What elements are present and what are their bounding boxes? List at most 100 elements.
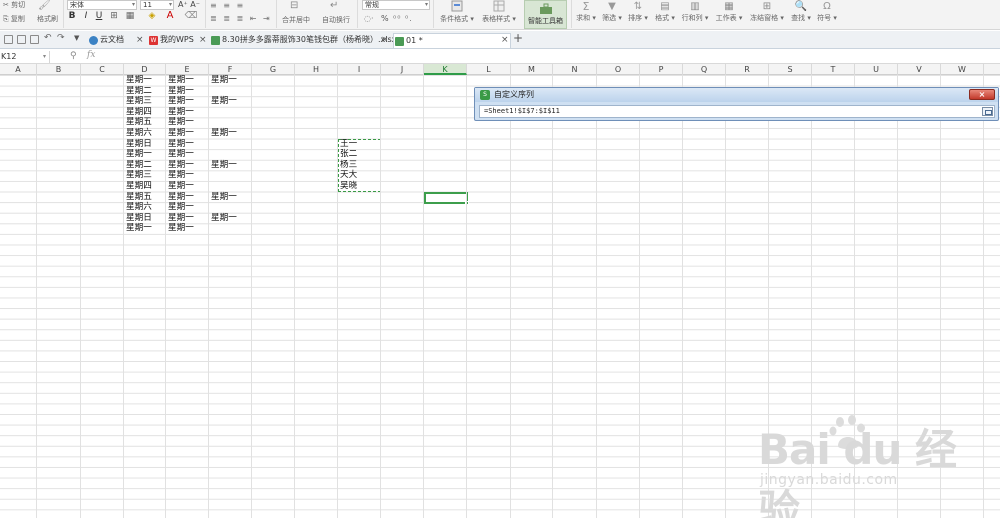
smart-toolbox-button[interactable]: 智能工具箱: [524, 0, 567, 29]
cell[interactable]: 星期四: [124, 107, 166, 117]
spreadsheet-grid[interactable]: 星期一 星期二 星期三 星期四 星期五 星期六 星期日 星期一 星期二 星期三 星期四 星期五 星期六星…: [0, 75, 1000, 518]
search-icon[interactable]: ⚲: [70, 51, 77, 61]
cell[interactable]: 星期一: [209, 75, 252, 85]
filter-button[interactable]: ▼ 筛选 ▾: [601, 0, 623, 23]
symbol-button[interactable]: Ω 符号 ▾: [816, 0, 838, 23]
column-header-l[interactable]: L: [467, 64, 511, 75]
merge-center-button[interactable]: 合并居中: [282, 15, 310, 25]
new-doc-icon[interactable]: [4, 35, 13, 44]
close-icon[interactable]: ×: [136, 33, 144, 47]
column-header-e[interactable]: E: [166, 64, 209, 75]
column-header-v[interactable]: V: [898, 64, 941, 75]
dialog-titlebar[interactable]: S 自定义序列 ×: [475, 88, 998, 102]
range-reference-input[interactable]: =Sheet1!$I$7:$I$11: [479, 105, 995, 118]
column-header-g[interactable]: G: [252, 64, 295, 75]
cell[interactable]: 星期一: [166, 223, 209, 233]
table-style-button[interactable]: 表格样式 ▾: [480, 0, 518, 24]
column-header-o[interactable]: O: [597, 64, 640, 75]
align-top-icons[interactable]: ≡ ≡ ≡: [210, 1, 245, 10]
active-cell-k12[interactable]: [424, 192, 469, 205]
cell[interactable]: [209, 86, 252, 96]
cut-button[interactable]: ✂ 剪切: [3, 0, 25, 10]
copy-button[interactable]: ⎘ 复制: [3, 14, 25, 24]
cell[interactable]: 王一: [338, 139, 381, 149]
cell[interactable]: 星期一: [166, 202, 209, 212]
column-header-t[interactable]: T: [812, 64, 855, 75]
cell[interactable]: 星期一: [166, 181, 209, 191]
column-header-s[interactable]: S: [769, 64, 812, 75]
column-header-m[interactable]: M: [511, 64, 553, 75]
cell[interactable]: 星期五: [124, 117, 166, 127]
bold-button[interactable]: B: [68, 9, 76, 23]
fx-icon[interactable]: fx: [87, 50, 95, 60]
cell[interactable]: 星期一: [166, 117, 209, 127]
cell[interactable]: 星期三: [124, 170, 166, 180]
name-box[interactable]: K12 ▾: [0, 51, 50, 63]
cell[interactable]: 星期三: [124, 96, 166, 106]
sum-button[interactable]: Σ 求和 ▾: [575, 0, 597, 23]
cell[interactable]: [209, 139, 252, 149]
cell[interactable]: [209, 181, 252, 191]
find-button[interactable]: 🔍 查找 ▾: [790, 0, 812, 23]
cell[interactable]: 星期四: [124, 181, 166, 191]
new-tab-button[interactable]: +: [513, 31, 523, 45]
column-header-f[interactable]: F: [209, 64, 252, 75]
cell[interactable]: 星期一: [166, 139, 209, 149]
cell[interactable]: 星期一: [209, 192, 252, 202]
cell[interactable]: 星期一: [166, 192, 209, 202]
column-header-a[interactable]: A: [0, 64, 37, 75]
border-icon[interactable]: ⊞: [108, 9, 120, 23]
cell[interactable]: 星期一: [209, 160, 252, 170]
close-icon[interactable]: ×: [199, 33, 207, 47]
number-format-select[interactable]: 常规 ▾: [362, 0, 430, 10]
column-header-r[interactable]: R: [726, 64, 769, 75]
clear-format-icon[interactable]: ⌫: [184, 9, 198, 23]
cell[interactable]: 星期一: [124, 223, 166, 233]
cell[interactable]: 星期一: [209, 96, 252, 106]
cell[interactable]: 吴晓: [338, 181, 381, 191]
cell[interactable]: 星期一: [166, 128, 209, 138]
worksheet-button[interactable]: ▦ 工作表 ▾: [714, 0, 744, 23]
sort-button[interactable]: ⇅ 排序 ▾: [627, 0, 649, 23]
cell[interactable]: 星期二: [124, 86, 166, 96]
percent-button[interactable]: %: [381, 14, 389, 23]
column-header-h[interactable]: H: [295, 64, 338, 75]
cell[interactable]: 星期二: [124, 160, 166, 170]
cell[interactable]: [209, 202, 252, 212]
cell[interactable]: [209, 107, 252, 117]
font-color-icon[interactable]: A: [164, 9, 176, 23]
column-header-d[interactable]: D: [124, 64, 166, 75]
cell[interactable]: 星期一: [209, 213, 252, 223]
close-button[interactable]: ×: [969, 89, 995, 100]
column-header-q[interactable]: Q: [683, 64, 726, 75]
format-painter-button[interactable]: 格式刷: [37, 14, 58, 24]
underline-button[interactable]: U: [95, 9, 103, 23]
cell[interactable]: 星期一: [166, 213, 209, 223]
cell[interactable]: [209, 170, 252, 180]
tab-document-2-active[interactable]: 01 *: [393, 33, 511, 48]
tab-my-wps[interactable]: W 我的WPS: [148, 33, 194, 48]
open-icon[interactable]: [17, 35, 26, 44]
cell[interactable]: [209, 223, 252, 233]
column-header-b[interactable]: B: [37, 64, 81, 75]
fill-color-icon[interactable]: ◈: [146, 9, 158, 23]
cell[interactable]: [209, 149, 252, 159]
cell[interactable]: [209, 117, 252, 127]
column-header-k[interactable]: K: [424, 64, 467, 75]
cell[interactable]: 星期一: [166, 107, 209, 117]
cell[interactable]: 星期日: [124, 213, 166, 223]
cell[interactable]: 星期一: [209, 128, 252, 138]
cell[interactable]: 天大: [338, 170, 381, 180]
column-header-p[interactable]: P: [640, 64, 683, 75]
currency-icon[interactable]: ◌·: [364, 14, 374, 23]
auto-wrap-button[interactable]: 自动换行: [322, 15, 350, 25]
row-col-button[interactable]: ▥ 行和列 ▾: [680, 0, 710, 23]
cell[interactable]: 星期一: [166, 149, 209, 159]
cell[interactable]: 星期一: [124, 75, 166, 85]
decimal-icons[interactable]: ⁰⁰ ⁰.: [393, 14, 413, 23]
cell[interactable]: 杨三: [338, 160, 381, 170]
cell[interactable]: 张二: [338, 149, 381, 159]
border-dropdown-icon[interactable]: ▦: [124, 9, 136, 23]
cell[interactable]: 星期五: [124, 192, 166, 202]
italic-button[interactable]: I: [82, 9, 90, 23]
